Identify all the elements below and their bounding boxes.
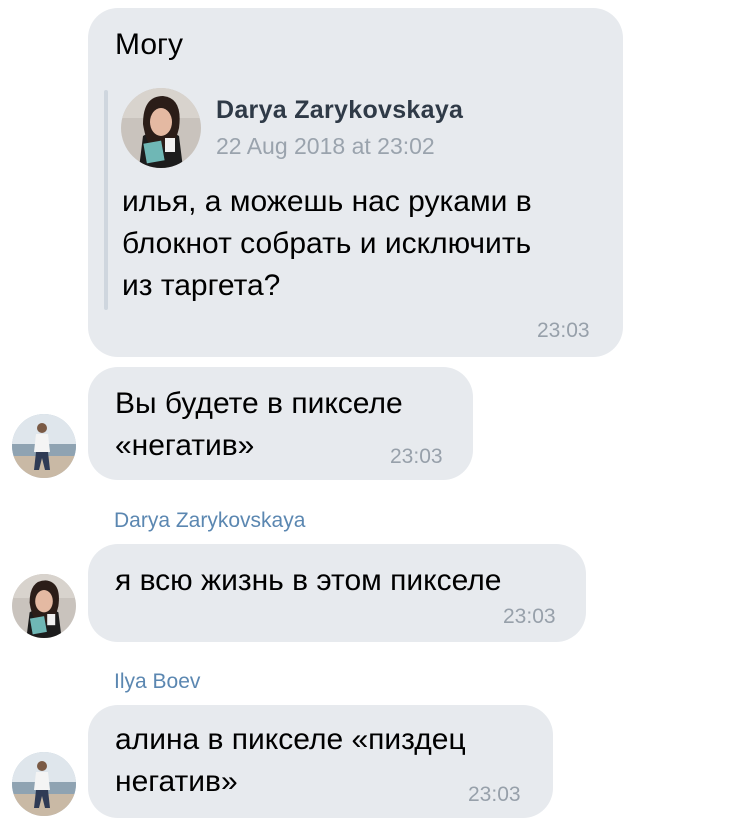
- message-text: я всю жизнь в этом пикселе: [115, 564, 502, 597]
- quote-text: илья, а можешь нас руками в блокнот собр…: [122, 185, 532, 302]
- message-bubble[interactable]: я всю жизнь в этом пикселе 23:03: [88, 544, 586, 642]
- message-bubble[interactable]: алина в пикселе «пиздец негатив» 23:03: [88, 705, 553, 818]
- message-time: 23:03: [468, 783, 521, 806]
- message-text: Вы будете в пикселе «негатив»: [115, 387, 403, 462]
- message-time: 23:03: [503, 605, 556, 628]
- sender-name[interactable]: Ilya Boev: [114, 670, 200, 694]
- message-time: 23:03: [537, 319, 590, 342]
- man-beach-avatar[interactable]: [12, 752, 76, 816]
- sender-name[interactable]: Darya Zarykovskaya: [114, 509, 305, 533]
- quote-bar: [104, 90, 108, 310]
- message-time: 23:03: [390, 445, 443, 468]
- message-text: Могу: [115, 28, 183, 61]
- quote-author[interactable]: Darya Zarykovskaya: [216, 96, 463, 125]
- quote-date: 22 Aug 2018 at 23:02: [216, 133, 435, 159]
- message-bubble[interactable]: Могу Darya Zarykovskaya 22 Aug 2018 at 2…: [88, 8, 623, 357]
- man-beach-avatar[interactable]: [12, 414, 76, 478]
- message-bubble[interactable]: Вы будете в пикселе «негатив» 23:03: [88, 367, 473, 480]
- message-text: алина в пикселе «пиздец негатив»: [115, 723, 466, 798]
- woman-portrait-avatar[interactable]: [121, 88, 201, 168]
- woman-portrait-avatar[interactable]: [12, 574, 76, 638]
